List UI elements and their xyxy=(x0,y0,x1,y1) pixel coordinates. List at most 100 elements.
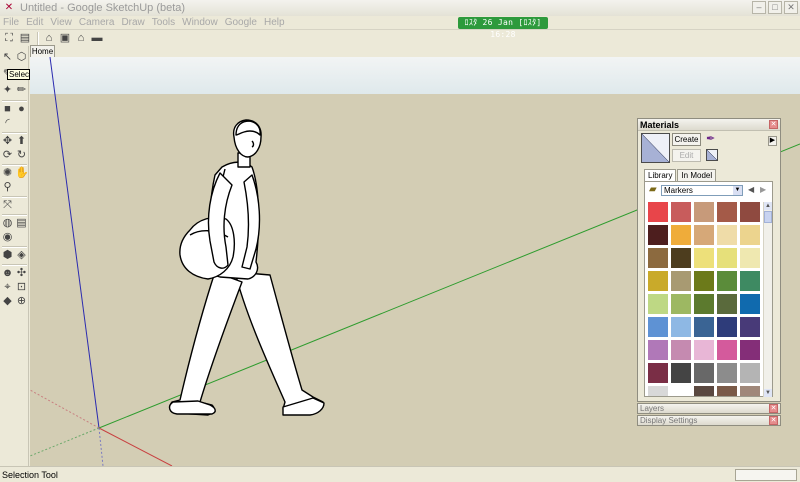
menu-window[interactable]: Window xyxy=(182,17,218,28)
scene-tab-home[interactable]: Home xyxy=(30,45,55,57)
material-swatch[interactable] xyxy=(717,271,737,291)
material-swatch[interactable] xyxy=(717,363,737,383)
material-swatch[interactable] xyxy=(740,248,760,268)
material-swatch[interactable] xyxy=(694,340,714,360)
line-tool-icon[interactable]: ✏ xyxy=(15,84,28,97)
details-arrow-icon[interactable]: ▶ xyxy=(768,136,777,146)
swatch-scrollbar[interactable]: ▲ ▼ xyxy=(763,202,772,397)
section-plane-icon[interactable]: ◆ xyxy=(1,295,14,308)
material-swatch[interactable] xyxy=(648,363,668,383)
forward-arrow-icon[interactable]: ▶ xyxy=(760,185,766,194)
move-icon[interactable]: ✥ xyxy=(1,135,14,148)
collection-dropdown[interactable]: Markers ▼ xyxy=(661,185,743,196)
material-swatch[interactable] xyxy=(648,271,668,291)
eraser-icon[interactable]: ✦ xyxy=(1,84,14,97)
material-swatch[interactable] xyxy=(671,202,691,222)
add-location-icon[interactable]: ◍ xyxy=(1,217,14,230)
scroll-up-icon[interactable]: ▲ xyxy=(764,202,772,210)
folder-icon[interactable]: ▰ xyxy=(649,185,660,195)
material-swatch[interactable] xyxy=(740,225,760,245)
material-swatch[interactable] xyxy=(694,271,714,291)
material-swatch[interactable] xyxy=(740,271,760,291)
material-swatch[interactable] xyxy=(694,248,714,268)
menu-help[interactable]: Help xyxy=(264,17,285,28)
material-swatch[interactable] xyxy=(717,317,737,337)
material-swatch[interactable] xyxy=(717,202,737,222)
pan-icon[interactable]: ✋ xyxy=(15,167,29,180)
material-swatch[interactable] xyxy=(694,386,714,396)
material-swatch[interactable] xyxy=(694,317,714,337)
material-swatch[interactable] xyxy=(694,294,714,314)
material-swatch[interactable] xyxy=(648,317,668,337)
material-swatch[interactable] xyxy=(717,340,737,360)
material-swatch[interactable] xyxy=(740,317,760,337)
close-icon[interactable]: ✕ xyxy=(769,120,778,129)
menu-view[interactable]: View xyxy=(50,17,72,28)
menu-tools[interactable]: Tools xyxy=(152,17,175,28)
orbit-icon[interactable]: ✺ xyxy=(1,167,14,180)
tape-measure-icon[interactable]: ⌖ xyxy=(1,281,14,294)
home-icon[interactable]: ⌂ xyxy=(74,31,88,45)
material-swatch[interactable] xyxy=(740,340,760,360)
scroll-down-icon[interactable]: ▼ xyxy=(764,389,772,397)
material-swatch[interactable] xyxy=(671,340,691,360)
material-swatch[interactable] xyxy=(648,202,668,222)
push-pull-icon[interactable]: ⬆ xyxy=(15,135,28,148)
toggle-terrain-icon[interactable]: ▬ xyxy=(90,31,104,45)
material-swatch[interactable] xyxy=(648,386,668,396)
menu-file[interactable]: File xyxy=(3,17,19,28)
look-around-icon[interactable]: ⊕ xyxy=(15,295,28,308)
display-settings-panel-header[interactable]: Display Settings ✕ xyxy=(637,415,781,426)
rotate-icon[interactable]: ⟳ xyxy=(1,149,14,162)
close-icon[interactable]: ✕ xyxy=(769,416,778,425)
get-models-icon[interactable]: ⛶ xyxy=(2,31,16,45)
material-swatch[interactable] xyxy=(671,271,691,291)
material-swatch[interactable] xyxy=(717,248,737,268)
material-swatch[interactable] xyxy=(648,294,668,314)
share-model-icon[interactable]: ▤ xyxy=(18,31,32,45)
follow-me-icon[interactable]: ↻ xyxy=(15,149,28,162)
scroll-thumb[interactable] xyxy=(764,211,772,223)
circle-icon[interactable]: ● xyxy=(15,103,28,116)
material-swatch[interactable] xyxy=(694,363,714,383)
chevron-down-icon[interactable]: ▼ xyxy=(733,186,742,195)
toggle-terrain-icon[interactable]: ▤ xyxy=(15,217,28,230)
rectangle-icon[interactable]: ■ xyxy=(1,103,14,116)
arc-icon[interactable]: ◜ xyxy=(1,117,14,130)
material-swatch[interactable] xyxy=(694,225,714,245)
walk-icon[interactable]: ☻ xyxy=(1,267,14,280)
minimize-icon[interactable]: – xyxy=(752,1,766,14)
layers-panel-header[interactable]: Layers ✕ xyxy=(637,403,781,414)
material-swatch[interactable] xyxy=(671,248,691,268)
tab-in-model[interactable]: In Model xyxy=(677,169,717,181)
default-fill-icon[interactable] xyxy=(706,149,718,161)
select-arrow-icon[interactable]: ↖ xyxy=(1,51,14,64)
material-swatch[interactable] xyxy=(717,386,737,396)
menu-draw[interactable]: Draw xyxy=(121,17,144,28)
material-swatch[interactable] xyxy=(694,202,714,222)
back-arrow-icon[interactable]: ◀ xyxy=(748,185,754,194)
person-figure[interactable] xyxy=(168,119,325,416)
material-swatch[interactable] xyxy=(671,317,691,337)
material-swatch[interactable] xyxy=(740,386,760,396)
text-tool-icon[interactable]: ⊡ xyxy=(15,281,28,294)
photo-textures-icon[interactable]: ◉ xyxy=(1,231,14,244)
close-icon[interactable]: ✕ xyxy=(784,1,798,14)
create-material-button[interactable]: Create xyxy=(672,133,701,146)
zoom-icon[interactable]: ⚲ xyxy=(1,181,14,194)
position-camera-icon[interactable]: ✣ xyxy=(15,267,28,280)
close-icon[interactable]: ✕ xyxy=(769,404,778,413)
get-models-icon[interactable]: ⬢ xyxy=(1,249,14,262)
material-swatch[interactable] xyxy=(671,363,691,383)
zoom-extents-icon[interactable]: ⤧ xyxy=(1,199,14,212)
material-swatch[interactable] xyxy=(671,294,691,314)
menu-edit[interactable]: Edit xyxy=(26,17,43,28)
material-swatch[interactable] xyxy=(671,386,691,396)
material-swatch[interactable] xyxy=(648,340,668,360)
measurements-box[interactable] xyxy=(735,469,797,481)
menu-camera[interactable]: Camera xyxy=(79,17,115,28)
material-swatch[interactable] xyxy=(740,363,760,383)
material-swatch[interactable] xyxy=(740,294,760,314)
material-swatch[interactable] xyxy=(717,294,737,314)
edit-material-button[interactable]: Edit xyxy=(672,149,701,162)
